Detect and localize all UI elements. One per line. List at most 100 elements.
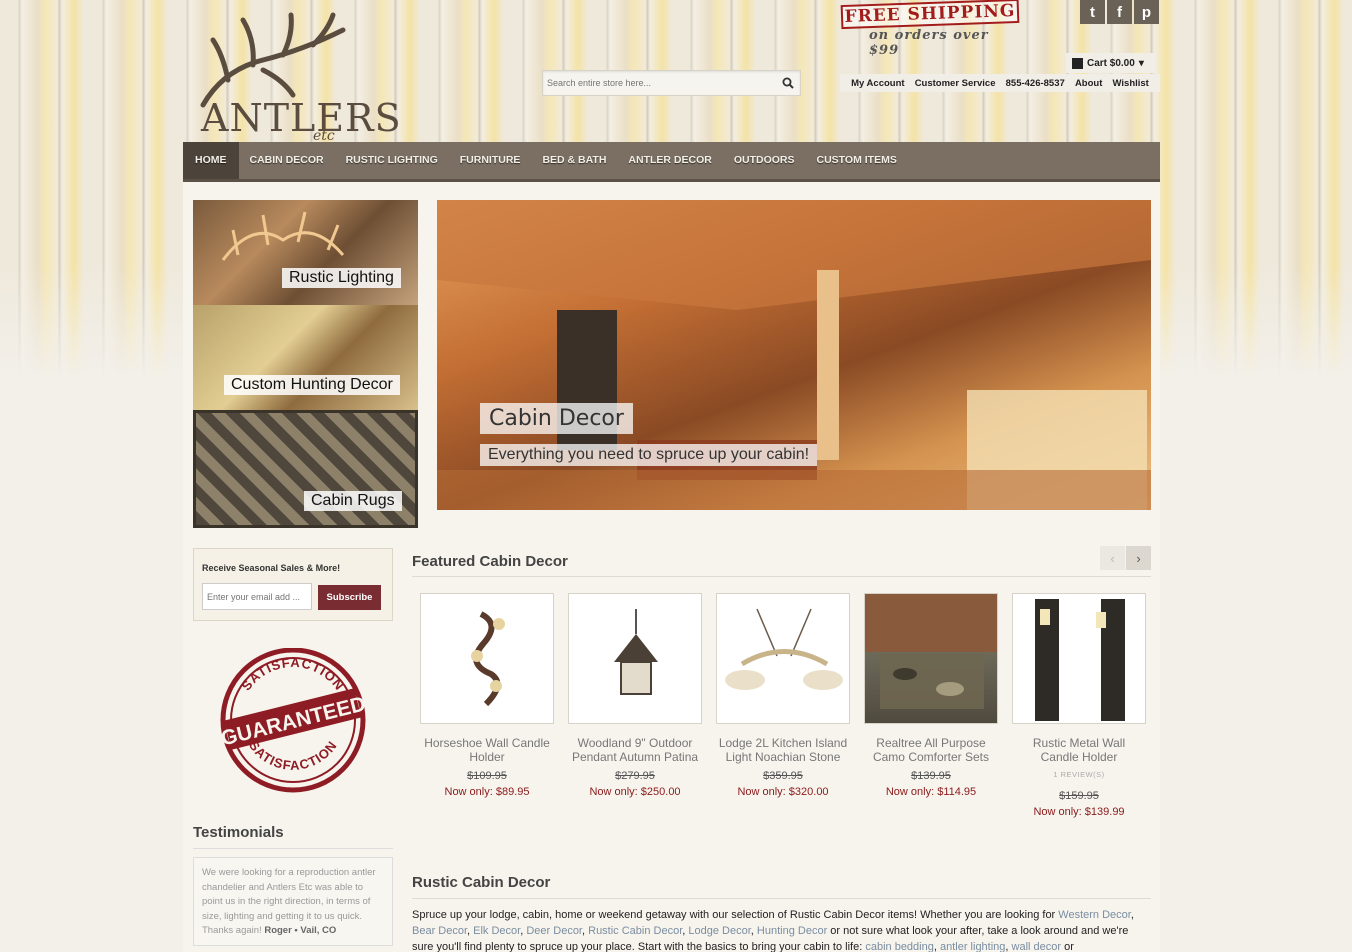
nav-antler-decor[interactable]: ANTLER DECOR	[617, 142, 722, 179]
facebook-icon[interactable]: f	[1107, 0, 1132, 24]
social-links: t f p	[1080, 0, 1159, 24]
wall-candle-holder-image	[1035, 599, 1125, 721]
search-icon[interactable]	[782, 77, 794, 89]
rustic-cabin-decor-link[interactable]: Rustic Cabin Decor	[588, 925, 682, 937]
cart-button[interactable]: Cart $0.00 ▾	[1066, 53, 1156, 73]
product-old-price: $159.95	[1059, 790, 1099, 802]
promo-tile-custom-hunting-decor[interactable]: Custom Hunting Decor	[193, 305, 418, 410]
hero-title: Cabin Decor	[480, 403, 633, 434]
horseshoe-candle-image	[471, 611, 505, 707]
nav-rustic-lighting[interactable]: RUSTIC LIGHTING	[335, 142, 449, 179]
cabin-bedding-link[interactable]: cabin bedding	[865, 941, 934, 952]
page-wrapper: ANTLERS etc FREE SHIPPING on orders over…	[183, 0, 1160, 952]
rustic-description: Spruce up your lodge, cabin, home or wee…	[412, 907, 1151, 952]
antler-lighting-link[interactable]: antler lighting	[940, 941, 1005, 952]
nav-cabin-decor[interactable]: CABIN DECOR	[239, 142, 335, 179]
about-link[interactable]: About	[1075, 78, 1102, 89]
product-price: Now only: $320.00	[737, 786, 829, 798]
product-card[interactable]: Horseshoe Wall Candle Holder $109.95 Now…	[420, 593, 554, 798]
product-price: Now only: $250.00	[589, 786, 681, 798]
site-logo[interactable]: ANTLERS etc	[183, 10, 401, 144]
stamp-bottom-text: SATISFACTION	[246, 738, 339, 773]
product-card[interactable]: Lodge 2L Kitchen Island Light Noachian S…	[716, 593, 850, 798]
chandelier-image	[221, 211, 345, 261]
promo-tile-cabin-rugs[interactable]: Cabin Rugs	[193, 410, 418, 528]
product-name[interactable]: Realtree All Purpose Camo Comforter Sets	[864, 736, 998, 764]
divider	[412, 898, 1151, 899]
western-decor-link[interactable]: Western Decor	[1058, 909, 1131, 921]
product-price: Now only: $139.99	[1033, 806, 1125, 818]
chevron-left-icon[interactable]: ‹	[1100, 546, 1125, 570]
camo-comforter-image	[880, 654, 984, 709]
product-card[interactable]: Rustic Metal Wall Candle Holder 1 REVIEW…	[1012, 593, 1146, 818]
search-input[interactable]	[543, 71, 768, 95]
wall-decor-link[interactable]: wall decor	[1012, 941, 1062, 952]
product-old-price: $279.95	[615, 770, 655, 782]
promo-caption: Cabin Rugs	[304, 491, 402, 511]
product-image[interactable]	[568, 593, 702, 724]
shopping-bag-icon	[1072, 57, 1083, 69]
testimonials-heading: Testimonials	[193, 824, 284, 841]
free-shipping-title: FREE SHIPPING	[840, 0, 1020, 30]
free-shipping-subtitle: on orders over $99	[869, 28, 989, 58]
testimonial-card: We were looking for a reproduction antle…	[193, 857, 393, 946]
wishlist-link[interactable]: Wishlist	[1113, 78, 1149, 89]
chevron-down-icon: ▾	[1138, 57, 1144, 69]
nav-custom-items[interactable]: CUSTOM ITEMS	[806, 142, 908, 179]
subscribe-button[interactable]: Subscribe	[318, 585, 381, 610]
nav-furniture[interactable]: FURNITURE	[449, 142, 532, 179]
newsletter-title: Receive Seasonal Sales & More!	[202, 563, 341, 573]
nav-bed-bath[interactable]: BED & BATH	[531, 142, 617, 179]
product-price: Now only: $89.95	[444, 786, 530, 798]
promo-tile-rustic-lighting[interactable]: Rustic Lighting	[193, 200, 418, 305]
product-old-price: $109.95	[467, 770, 507, 782]
deer-decor-link[interactable]: Deer Decor	[526, 925, 582, 937]
description-text: or	[1061, 941, 1074, 952]
chevron-right-icon[interactable]: ›	[1126, 546, 1151, 570]
customer-service-link[interactable]: Customer Service	[915, 78, 996, 89]
nav-outdoors[interactable]: OUTDOORS	[723, 142, 806, 179]
promo-caption: Rustic Lighting	[282, 268, 401, 288]
twitter-icon[interactable]: t	[1080, 0, 1105, 24]
product-image[interactable]	[716, 593, 850, 724]
elk-decor-link[interactable]: Elk Decor	[473, 925, 520, 937]
lodge-decor-link[interactable]: Lodge Decor	[688, 925, 750, 937]
email-field[interactable]	[202, 583, 312, 610]
bear-decor-link[interactable]: Bear Decor	[412, 925, 467, 937]
testimonial-author: Roger • Vail, CO	[264, 925, 337, 936]
separator: ,	[1130, 909, 1134, 921]
hero-slider[interactable]: Cabin Decor Everything you need to spruc…	[437, 200, 1151, 510]
featured-heading: Featured Cabin Decor	[412, 553, 568, 570]
satisfaction-guaranteed-stamp: SATISFACTION GUARANTEED SATISFACTION	[219, 648, 368, 793]
nav-home[interactable]: HOME	[183, 142, 239, 179]
account-links: My Account Customer Service 855-426-8537…	[840, 74, 1160, 92]
my-account-link[interactable]: My Account	[851, 78, 904, 89]
review-count[interactable]: 1 REVIEW(S)	[1012, 770, 1146, 779]
product-name[interactable]: Woodland 9" Outdoor Pendant Autumn Patin…	[568, 736, 702, 764]
product-card[interactable]: Realtree All Purpose Camo Comforter Sets…	[864, 593, 998, 798]
svg-text:SATISFACTION: SATISFACTION	[246, 738, 340, 773]
product-image[interactable]	[1012, 593, 1146, 724]
newsletter-signup: Receive Seasonal Sales & More! Subscribe	[193, 548, 393, 621]
hero-subtitle: Everything you need to spruce up your ca…	[480, 444, 818, 466]
carousel-controls: ‹ ›	[1100, 546, 1151, 570]
main-navigation: HOME CABIN DECOR RUSTIC LIGHTING FURNITU…	[183, 142, 1160, 182]
antler-logo-icon	[200, 12, 346, 108]
cart-label: Cart $0.00	[1087, 57, 1135, 69]
product-name[interactable]: Rustic Metal Wall Candle Holder	[1012, 736, 1146, 764]
product-price: Now only: $114.95	[885, 786, 977, 798]
phone-link[interactable]: 855-426-8537	[1006, 78, 1065, 89]
divider	[412, 576, 1151, 577]
product-card[interactable]: Woodland 9" Outdoor Pendant Autumn Patin…	[568, 593, 702, 798]
search-box	[542, 70, 801, 96]
divider	[193, 848, 393, 849]
pinterest-icon[interactable]: p	[1134, 0, 1159, 24]
product-image[interactable]	[420, 593, 554, 724]
product-name[interactable]: Lodge 2L Kitchen Island Light Noachian S…	[716, 736, 850, 764]
product-name[interactable]: Horseshoe Wall Candle Holder	[420, 736, 554, 764]
promo-caption: Custom Hunting Decor	[224, 375, 400, 395]
rustic-heading: Rustic Cabin Decor	[412, 874, 551, 891]
kitchen-island-light-image	[725, 608, 843, 690]
product-image[interactable]	[864, 593, 998, 724]
hunting-decor-link[interactable]: Hunting Decor	[757, 925, 827, 937]
